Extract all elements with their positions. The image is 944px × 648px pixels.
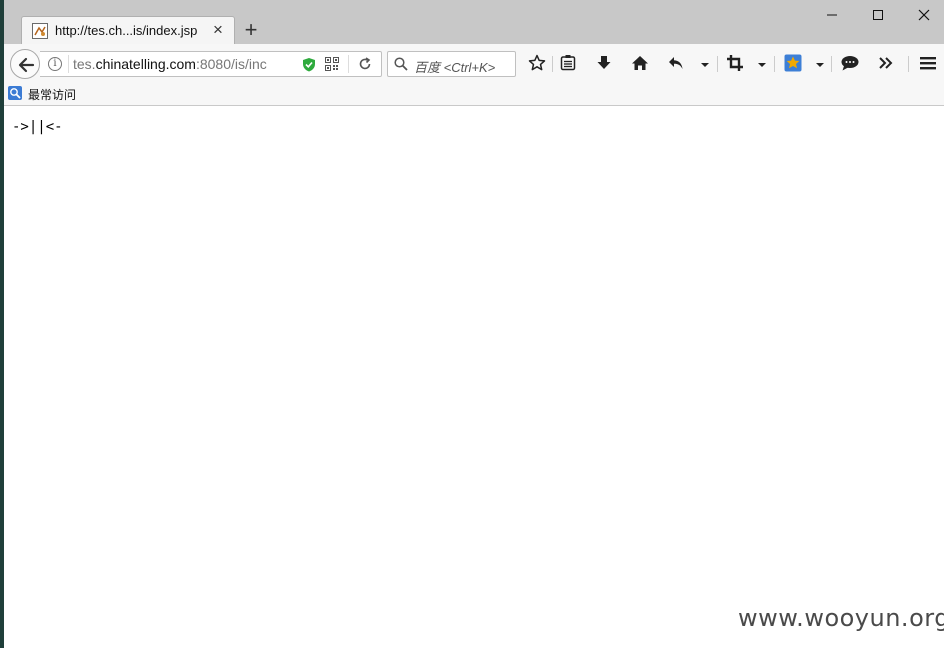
tab-index-jsp[interactable]: http://tes.ch...is/index.jsp × xyxy=(21,16,235,44)
search-input[interactable]: 百度 <Ctrl+K> xyxy=(414,57,495,76)
tab-strip: http://tes.ch...is/index.jsp × + xyxy=(4,0,944,44)
url-input[interactable]: tes.chinatelling.com:8080/is/inc xyxy=(73,56,281,72)
extension-dropdown-icon[interactable] xyxy=(814,56,826,72)
url-divider xyxy=(348,55,349,73)
crop-icon[interactable] xyxy=(724,53,746,75)
qr-code-icon[interactable] xyxy=(325,57,339,76)
new-tab-button[interactable]: + xyxy=(240,19,262,41)
menu-icon[interactable] xyxy=(917,53,939,75)
url-suffix: :8080/is/inc xyxy=(195,56,267,72)
bookmarks-toolbar: 最常访问 xyxy=(4,82,944,106)
toolbar-divider xyxy=(717,56,718,72)
bookmark-label: 最常访问 xyxy=(28,88,77,102)
extension-star-icon[interactable] xyxy=(782,53,804,75)
overflow-icon[interactable] xyxy=(875,53,897,75)
maximize-icon[interactable] xyxy=(856,2,900,28)
site-info-icon[interactable]: i xyxy=(48,57,62,71)
shield-icon[interactable] xyxy=(302,57,316,77)
star-icon[interactable] xyxy=(526,53,548,75)
arrow-left-icon xyxy=(18,57,35,73)
close-icon[interactable] xyxy=(902,2,944,28)
page-favicon-icon xyxy=(32,23,48,39)
undo-dropdown-icon[interactable] xyxy=(699,56,711,72)
crop-dropdown-icon[interactable] xyxy=(756,56,768,72)
reload-icon[interactable] xyxy=(358,57,372,76)
navigation-toolbar: i tes.chinatelling.com:8080/is/inc 百度 <C… xyxy=(4,44,944,82)
tab-title: http://tes.ch...is/index.jsp xyxy=(55,23,198,38)
url-prefix: tes. xyxy=(73,56,96,72)
chat-icon[interactable] xyxy=(839,53,861,75)
minimize-icon[interactable] xyxy=(810,2,854,28)
download-icon[interactable] xyxy=(593,53,615,75)
toolbar-divider xyxy=(831,56,832,72)
most-visited-icon xyxy=(8,86,22,100)
url-host: chinatelling.com xyxy=(95,56,196,72)
undo-icon[interactable] xyxy=(665,53,687,75)
search-bar[interactable]: 百度 <Ctrl+K> xyxy=(387,51,516,77)
back-button[interactable] xyxy=(10,49,40,79)
toolbar-divider xyxy=(552,56,553,72)
toolbar-divider xyxy=(908,56,909,72)
browser-window: http://tes.ch...is/index.jsp × + i tes.c… xyxy=(0,0,944,648)
page-body-text: ->||<- xyxy=(12,119,63,135)
url-divider xyxy=(68,55,69,73)
home-icon[interactable] xyxy=(629,53,651,75)
reader-icon[interactable] xyxy=(557,53,579,75)
watermark: www.wooyun.org xyxy=(738,604,944,632)
search-icon xyxy=(394,57,408,76)
toolbar-divider xyxy=(774,56,775,72)
url-bar[interactable]: i tes.chinatelling.com:8080/is/inc xyxy=(40,51,382,77)
tab-close-icon[interactable]: × xyxy=(209,21,227,39)
page-content: ->||<- xyxy=(4,107,944,648)
